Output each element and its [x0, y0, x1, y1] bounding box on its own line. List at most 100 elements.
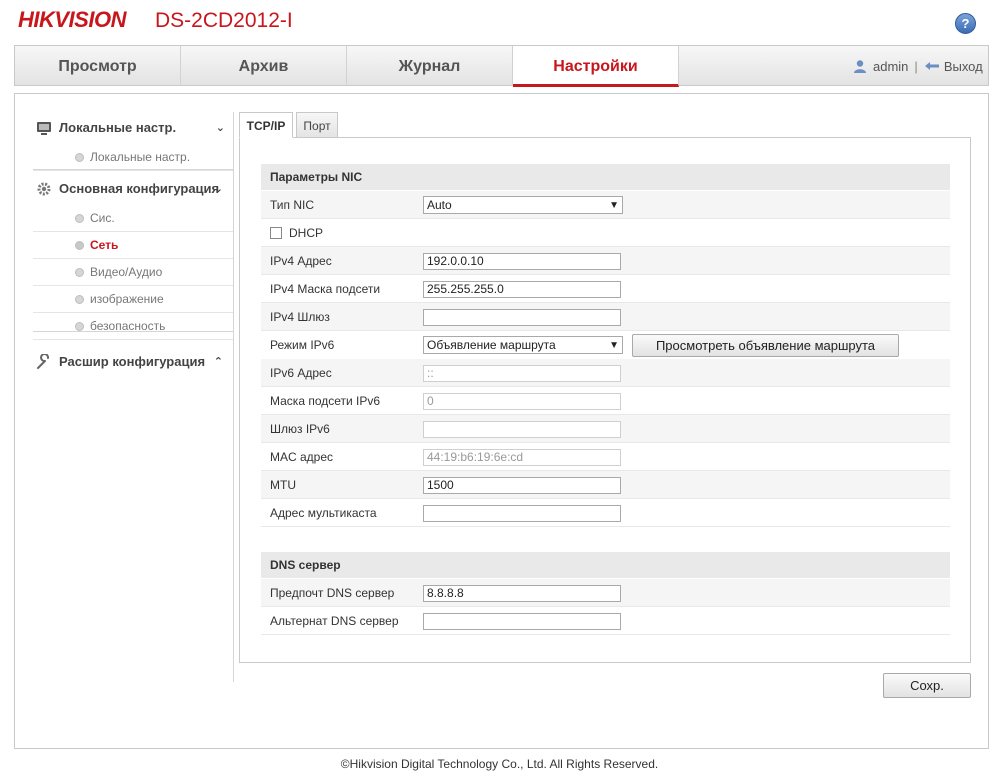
multicast-input[interactable] — [423, 505, 621, 522]
sidebar-item-label: Сеть — [90, 238, 119, 252]
sidebar-item-label: Локальные настр. — [90, 150, 191, 164]
user-icon — [854, 60, 866, 73]
sidebar-group-label: Локальные настр. — [59, 120, 177, 135]
sidebar-divider — [233, 112, 234, 682]
monitor-icon — [37, 122, 51, 135]
user-area: admin | Выход — [853, 59, 983, 74]
row-ipv4-gateway: IPv4 Шлюз — [261, 303, 950, 331]
section-header-dns: DNS сервер — [261, 552, 950, 578]
sidebar-item-network[interactable]: Сеть — [33, 232, 233, 259]
multicast-label: Адрес мультикаста — [270, 506, 377, 520]
row-multicast: Адрес мультикаста — [261, 499, 950, 527]
ipv6-mask-input[interactable]: 0 — [423, 393, 621, 410]
device-model-title: DS-2CD2012-I — [155, 9, 293, 32]
wrench-icon — [37, 354, 49, 369]
preferred-dns-input[interactable]: 8.8.8.8 — [423, 585, 621, 602]
ipv6-gateway-label: Шлюз IPv6 — [270, 422, 330, 436]
sidebar: Локальные настр. ⌄ Локальные настр. Осно… — [33, 112, 233, 378]
ipv6-mode-value: Объявление маршрута — [427, 338, 556, 352]
bullet-icon — [75, 295, 84, 304]
gear-icon — [37, 182, 51, 196]
bullet-icon — [75, 322, 84, 331]
ipv4-gateway-input[interactable] — [423, 309, 621, 326]
sidebar-group-basic[interactable]: Основная конфигурация ⌄ — [33, 173, 233, 205]
nic-type-label: Тип NIC — [270, 198, 315, 212]
ipv6-mode-select[interactable]: Объявление маршрута ▼ — [423, 336, 623, 354]
chevron-down-icon: ▼ — [609, 200, 619, 211]
mtu-label: MTU — [270, 478, 296, 492]
top-navigation: Просмотр Архив Журнал Настройки admin | В… — [14, 45, 989, 87]
sidebar-group-advanced[interactable]: Расшир конфигурация ⌃ — [33, 346, 233, 378]
save-button[interactable]: Сохр. — [883, 673, 971, 698]
mac-address-input[interactable]: 44:19:b6:19:6e:cd — [423, 449, 621, 466]
sidebar-item-local-settings[interactable]: Локальные настр. — [33, 144, 233, 171]
logout-link[interactable]: Выход — [944, 59, 983, 74]
tab-live-view[interactable]: Просмотр — [15, 46, 181, 86]
ipv4-address-label: IPv4 Адрес — [270, 254, 332, 268]
row-mtu: MTU 1500 — [261, 471, 950, 499]
sidebar-group-label: Расшир конфигурация — [59, 354, 206, 369]
ipv4-mask-label: IPv4 Маска подсети — [270, 282, 381, 296]
nic-type-value: Auto — [427, 198, 452, 212]
bullet-icon — [75, 241, 84, 250]
ipv6-gateway-input[interactable] — [423, 421, 621, 438]
alternate-dns-label: Альтернат DNS сервер — [270, 614, 399, 628]
row-ipv6-mask: Маска подсети IPv6 0 — [261, 387, 950, 415]
sidebar-group-separator — [33, 331, 233, 332]
row-ipv4-address: IPv4 Адрес 192.0.0.10 — [261, 247, 950, 275]
row-ipv6-mode: Режим IPv6 Объявление маршрута ▼ Просмотр… — [261, 331, 950, 361]
copyright-footer: ©Hikvision Digital Technology Co., Ltd. … — [340, 757, 659, 771]
tab-configuration[interactable]: Настройки — [513, 46, 679, 87]
ipv4-address-input[interactable]: 192.0.0.10 — [423, 253, 621, 270]
sidebar-item-label: Сис. — [90, 211, 115, 225]
ipv6-address-label: IPv6 Адрес — [270, 366, 332, 380]
row-ipv6-address: IPv6 Адрес :: — [261, 359, 950, 387]
tab-playback[interactable]: Архив — [181, 46, 347, 86]
sidebar-item-image[interactable]: изображение — [33, 286, 233, 313]
sidebar-group-label: Основная конфигурация — [59, 181, 220, 196]
tab-log[interactable]: Журнал — [347, 46, 513, 86]
ipv4-mask-input[interactable]: 255.255.255.0 — [423, 281, 621, 298]
help-icon[interactable]: ? — [955, 13, 976, 34]
row-alternate-dns: Альтернат DNS сервер — [261, 607, 950, 635]
sidebar-item-system[interactable]: Сис. — [33, 205, 233, 232]
chevron-down-icon: ⌄ — [213, 183, 223, 195]
row-dhcp: DHCP — [261, 219, 950, 247]
dhcp-label: DHCP — [289, 226, 324, 240]
nic-type-select[interactable]: Auto ▼ — [423, 196, 623, 214]
section-header-nic: Параметры NIC — [261, 164, 950, 190]
logout-icon[interactable] — [924, 60, 940, 72]
sidebar-group-separator — [33, 169, 233, 170]
view-route-advertisement-button[interactable]: Просмотреть объявление маршрута — [632, 334, 899, 357]
tab-port[interactable]: Порт — [296, 112, 338, 138]
sidebar-group-local[interactable]: Локальные настр. ⌄ — [33, 112, 233, 144]
ipv4-gateway-label: IPv4 Шлюз — [270, 310, 330, 324]
sidebar-item-security[interactable]: безопасность — [33, 313, 233, 340]
dhcp-checkbox[interactable] — [270, 227, 282, 239]
bullet-icon — [75, 153, 84, 162]
mtu-input[interactable]: 1500 — [423, 477, 621, 494]
row-ipv6-gateway: Шлюз IPv6 — [261, 415, 950, 443]
sidebar-item-label: Видео/Аудио — [90, 265, 163, 279]
chevron-down-icon: ▼ — [609, 340, 619, 351]
username: admin — [873, 59, 909, 74]
row-ipv4-mask: IPv4 Маска подсети 255.255.255.0 — [261, 275, 950, 303]
sidebar-item-label: изображение — [90, 292, 164, 306]
tab-tcpip[interactable]: TCP/IP — [239, 112, 293, 138]
ipv6-address-input[interactable]: :: — [423, 365, 621, 382]
bullet-icon — [75, 268, 84, 277]
row-mac-address: MAC адрес 44:19:b6:19:6e:cd — [261, 443, 950, 471]
hikvision-logo: HIKVISION — [18, 7, 126, 32]
row-preferred-dns: Предпочт DNS сервер 8.8.8.8 — [261, 579, 950, 607]
row-nic-type: Тип NIC Auto ▼ — [261, 191, 950, 219]
mac-address-label: MAC адрес — [270, 450, 334, 464]
ipv6-mask-label: Маска подсети IPv6 — [270, 394, 381, 408]
user-separator: | — [914, 59, 918, 74]
chevron-down-icon: ⌄ — [215, 122, 225, 134]
bullet-icon — [75, 214, 84, 223]
chevron-up-icon: ⌃ — [213, 356, 223, 368]
ipv6-mode-label: Режим IPv6 — [270, 338, 335, 352]
sidebar-item-video-audio[interactable]: Видео/Аудио — [33, 259, 233, 286]
alternate-dns-input[interactable] — [423, 613, 621, 630]
preferred-dns-label: Предпочт DNS сервер — [270, 586, 395, 600]
